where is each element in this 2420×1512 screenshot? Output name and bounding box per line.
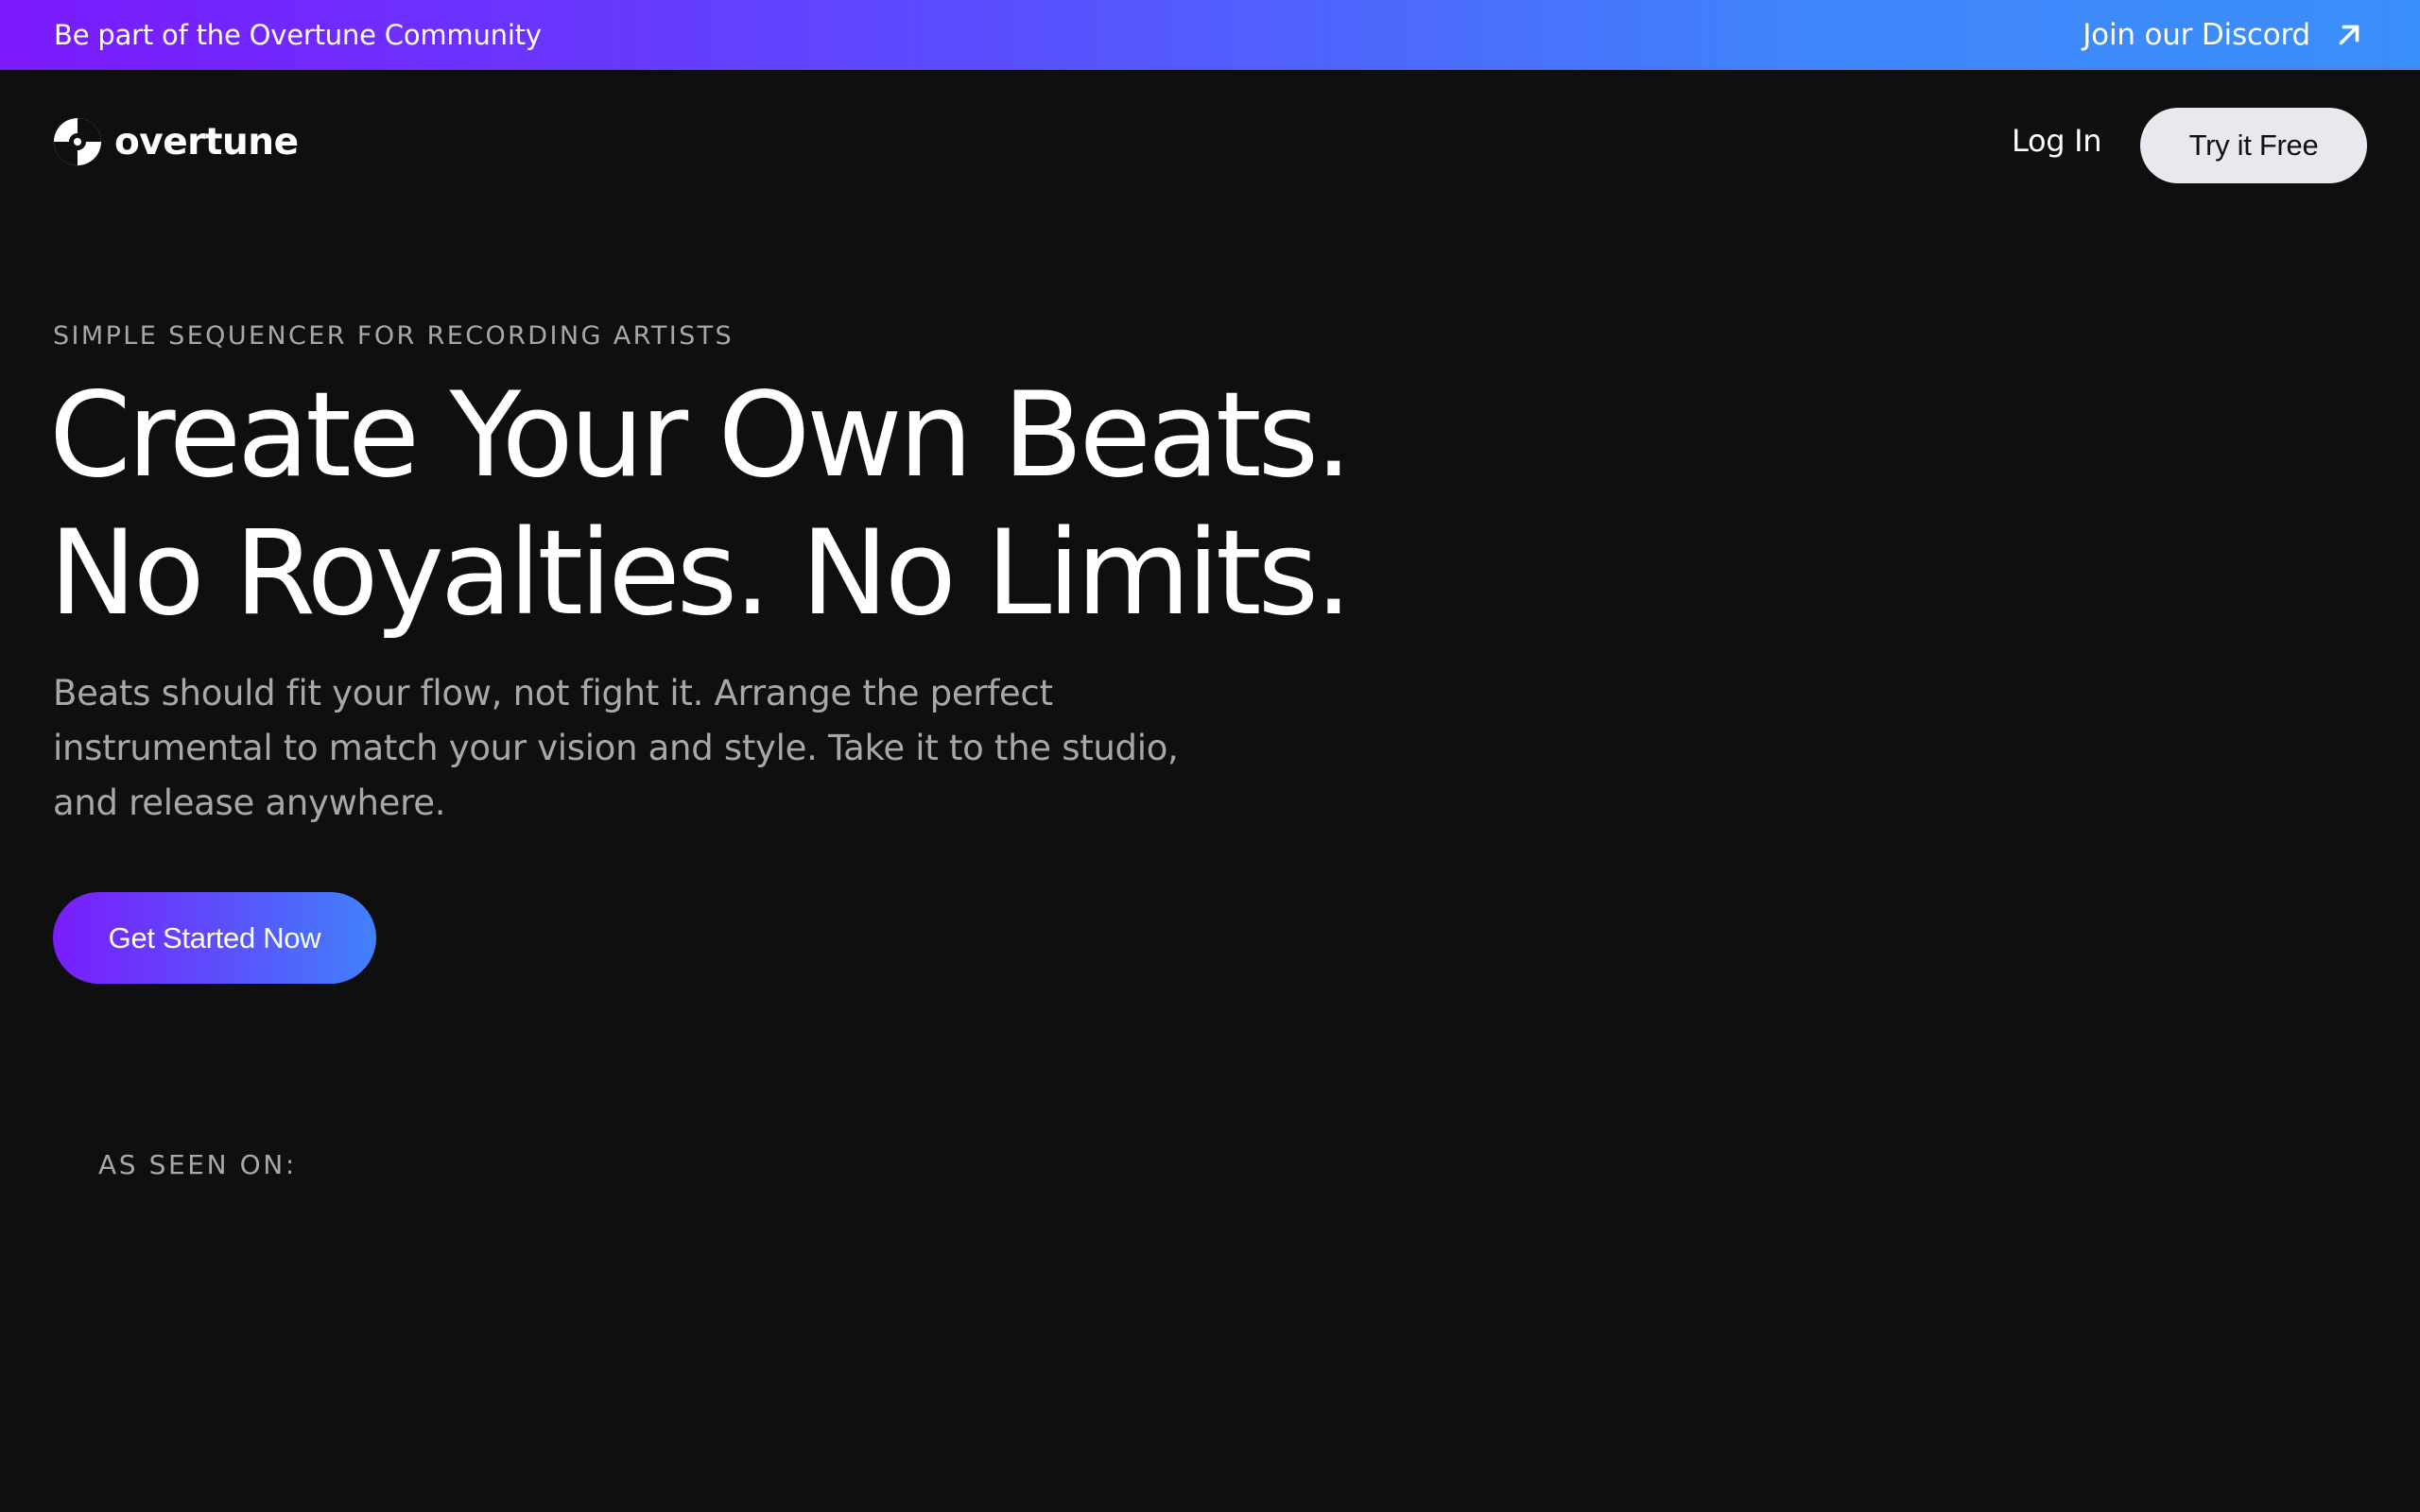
arrow-up-right-icon	[2339, 25, 2360, 45]
try-free-button[interactable]: Try it Free	[2140, 108, 2367, 183]
headline-line-1: Create Your Own Beats.	[49, 368, 1353, 504]
banner-text: Be part of the Overtune Community	[54, 19, 542, 51]
top-navbar: overtune Log In Try it Free	[0, 70, 2420, 219]
hero-headline: Create Your Own Beats. No Royalties. No …	[49, 367, 1353, 643]
join-discord-label: Join our Discord	[2083, 18, 2310, 52]
as-seen-on-label: AS SEEN ON:	[98, 1149, 297, 1180]
headline-line-2: No Royalties. No Limits.	[49, 506, 1353, 642]
logo-text: overtune	[114, 120, 299, 163]
join-discord-link[interactable]: Join our Discord	[2083, 18, 2365, 52]
get-started-button[interactable]: Get Started Now	[53, 892, 376, 984]
login-link[interactable]: Log In	[2012, 123, 2102, 159]
hero-eyebrow: SIMPLE SEQUENCER FOR RECORDING ARTISTS	[53, 321, 735, 351]
community-banner: Be part of the Overtune Community Join o…	[0, 0, 2420, 70]
overtune-logo[interactable]: overtune	[52, 115, 299, 168]
overtune-logo-icon	[54, 118, 101, 165]
hero-subtext: Beats should fit your flow, not fight it…	[53, 673, 1179, 823]
